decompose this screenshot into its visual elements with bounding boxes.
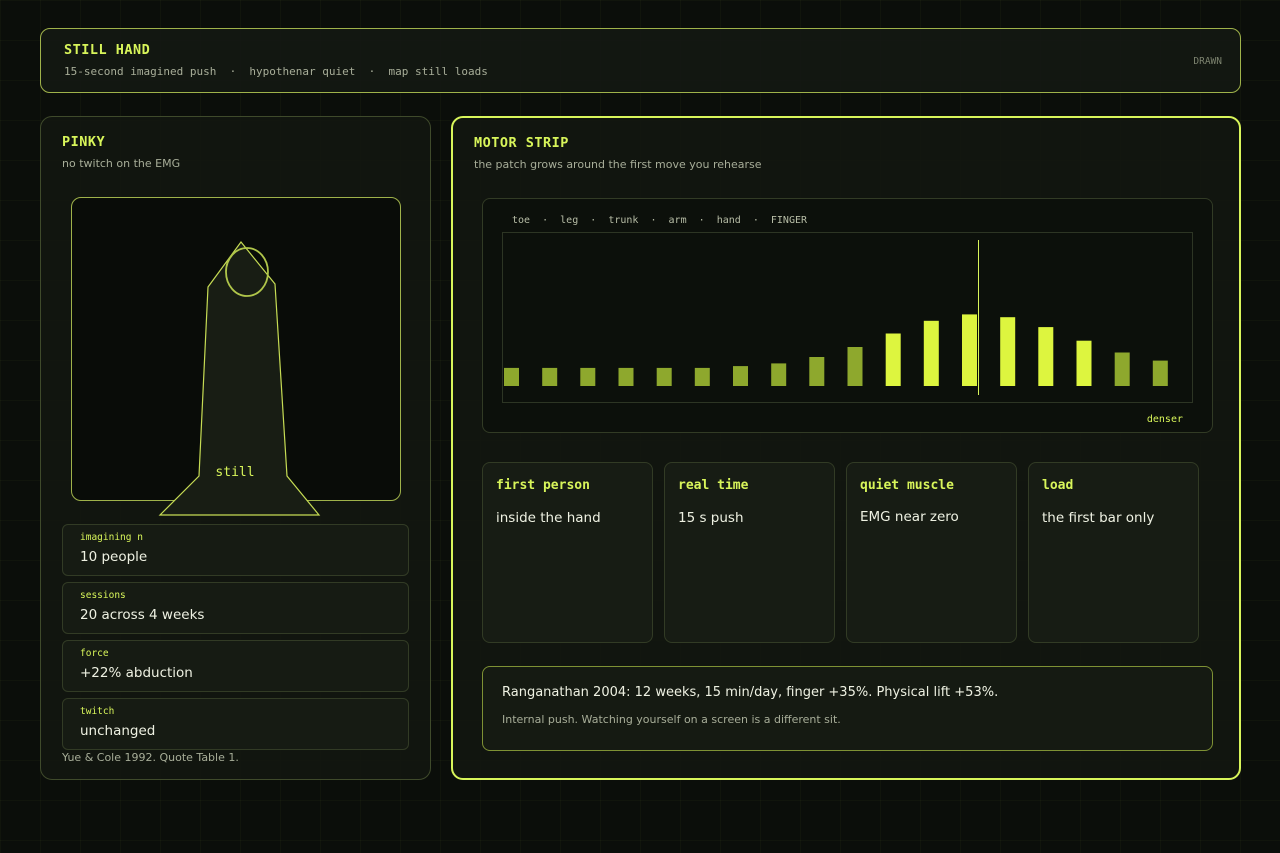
- chart-bar: [847, 347, 863, 386]
- research-note: Ranganathan 2004: 12 weeks, 15 min/day, …: [482, 666, 1213, 751]
- chart-bar: [1038, 327, 1054, 386]
- chart-bar: [542, 367, 558, 386]
- chart-bar: [923, 320, 939, 386]
- card-title: quiet muscle: [860, 478, 954, 493]
- stat-label: imagining n: [80, 532, 143, 543]
- stat-label: force: [80, 648, 109, 659]
- stat-imagining: imagining n 10 people: [62, 524, 409, 576]
- page-title: STILL HAND: [64, 42, 151, 58]
- card-body: 15 s push: [678, 510, 744, 526]
- stat-value: +22% abduction: [80, 665, 193, 681]
- finger-label: still: [215, 465, 254, 480]
- chart-end-label: denser: [1146, 414, 1183, 425]
- chart-bar: [771, 363, 787, 386]
- stat-sessions: sessions 20 across 4 weeks: [62, 582, 409, 634]
- chart-bar: [1076, 340, 1092, 386]
- stat-value: 10 people: [80, 549, 148, 565]
- motor-strip-title: MOTOR STRIP: [474, 135, 569, 151]
- note-main: Ranganathan 2004: 12 weeks, 15 min/day, …: [502, 685, 999, 700]
- chart-bar: [618, 367, 634, 386]
- chart-bar: [885, 333, 901, 386]
- chart-bar: [962, 314, 977, 386]
- card-real-time: real time 15 s push: [664, 462, 835, 643]
- card-first-person: first person inside the hand: [482, 462, 653, 643]
- motor-strip-chart: toe · leg · trunk · arm · hand · FINGER …: [482, 198, 1213, 433]
- bar-chart: [502, 232, 1193, 403]
- stat-label: twitch: [80, 706, 115, 717]
- motor-strip-subtitle: the patch grows around the first move yo…: [474, 158, 762, 171]
- chart-bar: [580, 367, 596, 386]
- stat-force: force +22% abduction: [62, 640, 409, 692]
- pinky-subtitle: no twitch on the EMG: [62, 157, 181, 170]
- card-body: the first bar only: [1042, 510, 1155, 526]
- card-title: load: [1042, 478, 1074, 493]
- card-title: real time: [678, 478, 749, 493]
- pinky-title: PINKY: [62, 134, 106, 150]
- chart-bar: [656, 367, 672, 386]
- card-title: first person: [496, 478, 590, 493]
- card-quiet-muscle: quiet muscle EMG near zero: [846, 462, 1017, 643]
- chart-bar: [694, 367, 710, 386]
- chart-bar: [733, 366, 748, 386]
- pinky-panel: PINKY no twitch on the EMG still imagini…: [40, 116, 431, 780]
- drawn-badge: DRAWN: [1193, 56, 1222, 67]
- page-subtitle: 15-second imagined push · hypothenar qui…: [64, 65, 488, 78]
- chart-bar: [504, 367, 519, 386]
- motor-strip-panel: MOTOR STRIP the patch grows around the f…: [451, 116, 1241, 780]
- note-sub: Internal push. Watching yourself on a sc…: [502, 713, 841, 726]
- chart-bar: [1000, 317, 1016, 386]
- stat-label: sessions: [80, 590, 126, 601]
- finger-icon: still: [158, 241, 321, 516]
- finger-illustration: still: [71, 197, 401, 516]
- chart-bar: [1152, 360, 1168, 386]
- header-bar: STILL HAND 15-second imagined push · hyp…: [40, 28, 1241, 93]
- stat-value: 20 across 4 weeks: [80, 607, 205, 623]
- chart-category-labels: toe · leg · trunk · arm · hand · FINGER: [512, 215, 808, 226]
- chart-bar: [1114, 352, 1130, 386]
- stat-twitch: twitch unchanged: [62, 698, 409, 750]
- chart-bar: [809, 357, 825, 386]
- citation-footnote: Yue & Cole 1992. Quote Table 1.: [62, 751, 239, 764]
- stat-value: unchanged: [80, 723, 156, 739]
- card-body: inside the hand: [496, 510, 601, 526]
- card-load: load the first bar only: [1028, 462, 1199, 643]
- card-body: EMG near zero: [860, 509, 959, 525]
